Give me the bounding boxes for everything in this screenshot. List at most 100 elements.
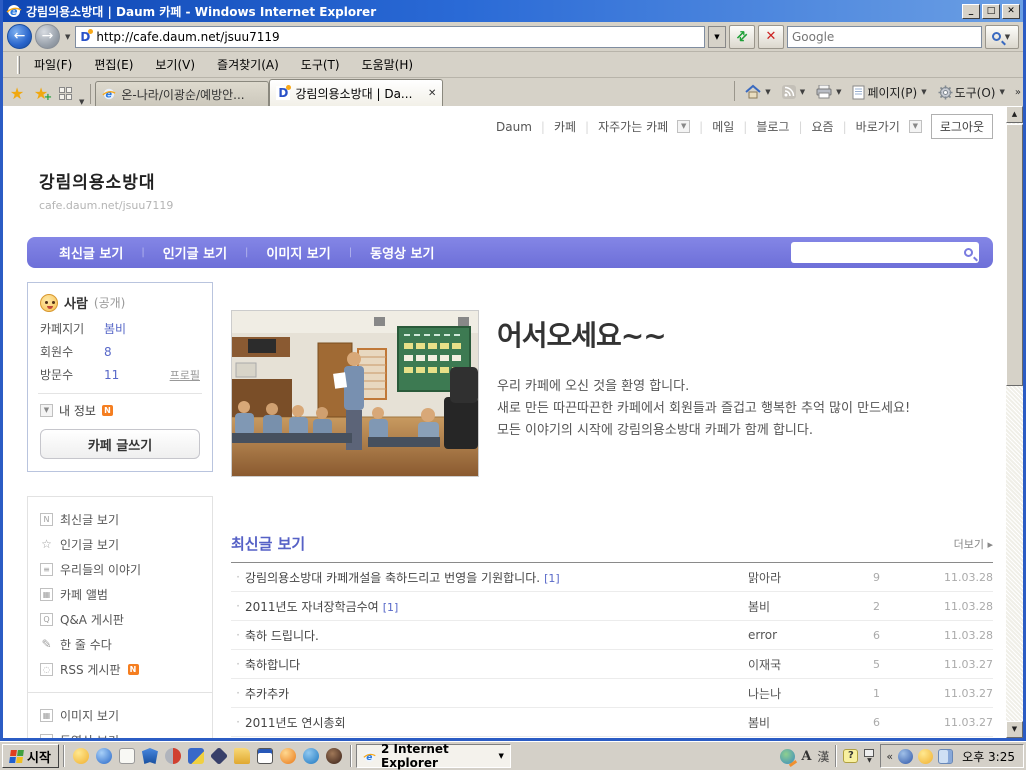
my-info-dropdown-icon[interactable]: ▼	[40, 404, 53, 417]
logout-button[interactable]: 로그아웃	[931, 114, 993, 139]
search-go-button[interactable]: ▼	[985, 25, 1019, 49]
taskbar-window-button[interactable]: e 2 Internet Explorer ▼	[356, 744, 511, 768]
tab-list-dropdown-icon[interactable]: ▼	[77, 98, 86, 106]
add-favorite-button[interactable]: ★+	[29, 81, 53, 105]
latin-input-icon[interactable]: A	[801, 749, 811, 764]
link-shortcuts[interactable]: 바로가기	[856, 118, 900, 135]
console-window-icon[interactable]	[257, 748, 273, 764]
tab-close-icon[interactable]: ✕	[428, 88, 436, 99]
close-button[interactable]: ✕	[1002, 4, 1020, 19]
overflow-chevron-icon[interactable]: »	[1015, 87, 1021, 98]
sidebar-item-latest[interactable]: N최신글 보기	[40, 507, 200, 532]
title-bar[interactable]: e 강림의용소방대 | Daum 카페 - Windows Internet E…	[3, 0, 1023, 22]
tab-cafe[interactable]: D 강림의용소방대 | Da... ✕	[269, 79, 443, 106]
link-mail[interactable]: 메일	[712, 118, 734, 135]
post-row[interactable]: · 2011년도 연시총회 봄비 6 11.03.27	[231, 708, 993, 737]
post-row[interactable]: · 추카추카 나는나 1 11.03.27	[231, 679, 993, 708]
scrollbar-thumb[interactable]	[1006, 124, 1023, 386]
write-post-button[interactable]: 카페 글쓰기	[40, 429, 200, 459]
post-row[interactable]: · 2011년도 자녀장학금수여[1] 봄비 2 11.03.28	[231, 592, 993, 621]
more-link[interactable]: 더보기 ▸	[954, 536, 993, 552]
link-blog[interactable]: 블로그	[756, 118, 789, 135]
print-button[interactable]: ▼	[813, 83, 846, 101]
history-dropdown-icon[interactable]: ▼	[63, 33, 72, 41]
link-yozm[interactable]: 요즘	[812, 118, 834, 135]
cafe-search-input[interactable]	[797, 246, 964, 260]
menu-edit[interactable]: 편집(E)	[94, 56, 133, 73]
nav-popular-posts[interactable]: 인기글 보기	[145, 243, 245, 262]
scroll-down-icon[interactable]: ▼	[1006, 721, 1023, 738]
nav-videos[interactable]: 동영상 보기	[352, 243, 452, 262]
search-icon[interactable]	[964, 248, 973, 257]
sidebar-item-rss[interactable]: ◌RSS 게시판N	[40, 657, 200, 682]
link-cafe[interactable]: 카페	[554, 118, 576, 135]
menu-help[interactable]: 도움말(H)	[362, 56, 414, 73]
address-dropdown-icon[interactable]: ▼	[708, 26, 726, 48]
sidebar-item-video-view[interactable]: ▸동영상 보기	[40, 728, 200, 738]
smiley-tray-icon[interactable]	[918, 749, 933, 764]
link-daum[interactable]: Daum	[496, 120, 532, 134]
sidebar-item-one-line[interactable]: ✎한 줄 수다	[40, 632, 200, 657]
feeds-button[interactable]: ▼	[779, 83, 810, 101]
address-input[interactable]	[96, 30, 702, 44]
quick-tabs-button[interactable]	[53, 81, 77, 105]
post-title[interactable]: 강림의용소방대 카페개설을 축하드리고 번영을 기원합니다.[1]	[245, 569, 748, 586]
profile-link[interactable]: 프로필	[170, 367, 200, 383]
menu-view[interactable]: 보기(V)	[155, 56, 195, 73]
maximize-button[interactable]: □	[982, 4, 1000, 19]
stop-button[interactable]: ✕	[758, 25, 784, 49]
tab-onnara[interactable]: e 온-나라/이광순/예방안...	[95, 81, 269, 106]
nav-images[interactable]: 이미지 보기	[248, 243, 348, 262]
frequent-cafes-dropdown-icon[interactable]: ▼	[677, 120, 690, 133]
messenger-icon[interactable]	[73, 748, 89, 764]
language-bar-restore[interactable]: ▼	[864, 749, 874, 764]
vertical-scrollbar[interactable]: ▲ ▼	[1006, 106, 1023, 738]
post-row[interactable]: · 강림의용소방대 카페개설을 축하드리고 번영을 기원합니다.[1] 맑아라 …	[231, 563, 993, 592]
user-face-icon[interactable]	[326, 748, 342, 764]
language-bar-icon[interactable]	[780, 749, 795, 764]
menu-favorites[interactable]: 즐겨찾기(A)	[217, 56, 279, 73]
shield-icon[interactable]	[142, 748, 158, 764]
sidebar-item-album[interactable]: ▦카페 앨범	[40, 582, 200, 607]
hangul-doc-icon[interactable]	[119, 748, 135, 764]
favorites-button[interactable]: ★	[5, 81, 29, 105]
folder-icon[interactable]	[234, 748, 250, 764]
post-title[interactable]: 축하합니다	[245, 656, 748, 673]
media-icon[interactable]	[188, 748, 204, 764]
post-title[interactable]: 추카추카	[245, 685, 748, 702]
sidebar-item-image-view[interactable]: ▦이미지 보기	[40, 703, 200, 728]
back-button[interactable]: ←	[7, 24, 32, 49]
minimize-button[interactable]: _	[962, 4, 980, 19]
diamond-icon[interactable]	[210, 747, 228, 765]
home-button[interactable]: ▼	[742, 82, 775, 102]
sidebar-item-popular[interactable]: ☆인기글 보기	[40, 532, 200, 557]
post-title[interactable]: 2011년도 연시총회	[245, 714, 748, 731]
my-info-label[interactable]: 내 정보	[59, 402, 96, 419]
start-button[interactable]: 시작	[2, 744, 59, 768]
acrobat-icon[interactable]	[303, 748, 319, 764]
sphere-icon[interactable]	[280, 748, 296, 764]
post-title[interactable]: 2011년도 자녀장학금수여[1]	[245, 598, 748, 615]
cafe-owner-link[interactable]: 봄비	[104, 320, 126, 337]
nav-latest-posts[interactable]: 최신글 보기	[41, 243, 141, 262]
scroll-up-icon[interactable]: ▲	[1006, 106, 1023, 123]
post-row[interactable]: · 축하합니다 이재국 5 11.03.27	[231, 650, 993, 679]
link-frequent-cafes[interactable]: 자주가는 카페	[598, 118, 668, 135]
post-row[interactable]: · 축하 드립니다. error 6 11.03.28	[231, 621, 993, 650]
collapse-chevron-icon[interactable]: «	[886, 750, 893, 763]
sidebar-item-qna[interactable]: QQ&A 게시판	[40, 607, 200, 632]
post-title[interactable]: 축하 드립니다.	[245, 627, 748, 644]
forward-button[interactable]: →	[35, 24, 60, 49]
swoosh-icon[interactable]	[165, 748, 181, 764]
menu-tools[interactable]: 도구(T)	[301, 56, 340, 73]
ie-launch-icon[interactable]	[96, 748, 112, 764]
ime-keyboard-tray-icon[interactable]	[938, 749, 953, 764]
google-search-input[interactable]	[792, 30, 977, 44]
menu-grip[interactable]	[17, 56, 20, 74]
hanja-input-icon[interactable]: 漢	[817, 748, 829, 765]
scheduler-tray-icon[interactable]	[898, 749, 913, 764]
refresh-button[interactable]: ⇄	[729, 25, 755, 49]
tools-button[interactable]: 도구(O) ▼	[935, 82, 1010, 103]
recent-posts-heading[interactable]: 최신글 보기	[231, 533, 305, 554]
page-button[interactable]: 페이지(P) ▼	[849, 82, 931, 103]
